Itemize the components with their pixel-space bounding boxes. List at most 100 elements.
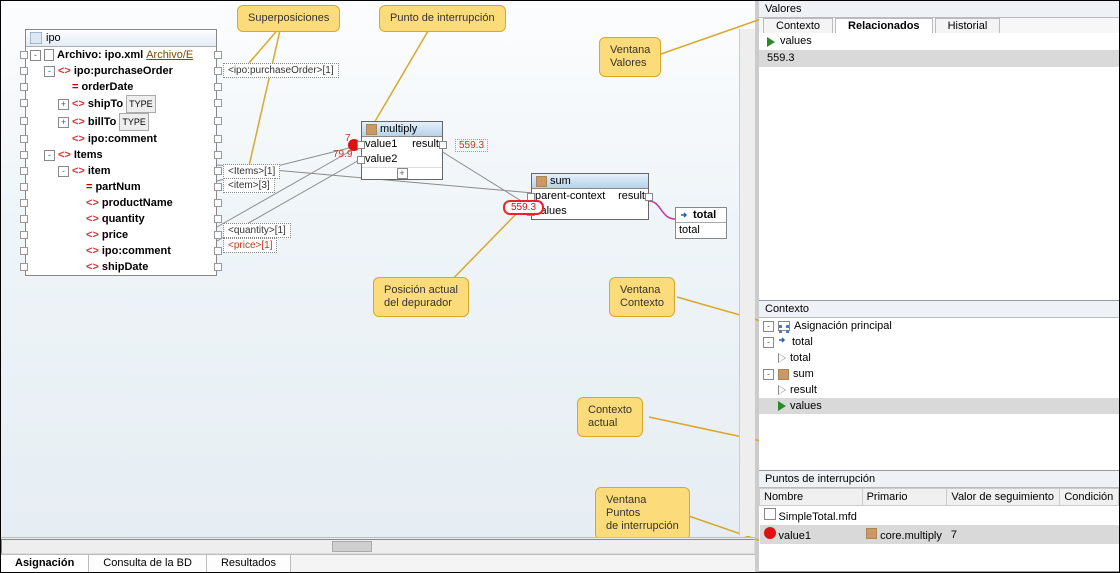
tree-row-ipo-comment[interactable]: <>ipo:comment (26, 243, 216, 259)
bottom-tabbar[interactable]: Asignación Consulta de la BD Resultados (1, 554, 755, 572)
input-port[interactable] (20, 215, 28, 223)
input-port[interactable] (357, 156, 365, 164)
bp-row[interactable]: value1 core.multiply7 (760, 525, 1119, 544)
tree-row-quantity[interactable]: <>quantity (26, 211, 216, 227)
tree-row-price[interactable]: <>price (26, 227, 216, 243)
input-port[interactable] (20, 117, 28, 125)
ctx-row-total[interactable]: total (759, 350, 1119, 366)
input-port[interactable] (20, 135, 28, 143)
contexto-panel[interactable]: Contexto -Asignación principal-totaltota… (759, 301, 1119, 471)
ctx-row-total[interactable]: -total (759, 334, 1119, 350)
output-port[interactable] (214, 83, 222, 91)
bp-row[interactable]: SimpleTotal.mfd (760, 506, 1119, 526)
expand-icon[interactable]: + (58, 99, 69, 110)
target-total-row[interactable]: total (676, 223, 726, 238)
expand-icon[interactable]: + (58, 117, 69, 128)
output-port[interactable] (214, 215, 222, 223)
ctx-row-result[interactable]: result (759, 382, 1119, 398)
bp-col-nombre[interactable]: Nombre (760, 489, 863, 506)
output-port[interactable] (214, 167, 222, 175)
multiply-function-box[interactable]: multiply value1 result value2 + (361, 121, 443, 180)
file-link[interactable]: Archivo/E (146, 47, 193, 63)
expand-icon[interactable]: - (44, 150, 55, 161)
valores-panel[interactable]: Valores Contexto Relacionados Historial … (759, 1, 1119, 301)
bp-col-primario[interactable]: Primario (862, 489, 947, 506)
mapping-canvas[interactable]: ipo -Archivo: ipo.xml Archivo/E-<>ipo:pu… (1, 1, 759, 572)
ctx-row-asignaci-n-principal[interactable]: -Asignación principal (759, 318, 1119, 334)
valores-tabs[interactable]: Contexto Relacionados Historial (759, 18, 1119, 33)
input-port[interactable] (20, 99, 28, 107)
input-port[interactable] (20, 231, 28, 239)
output-port[interactable] (214, 151, 222, 159)
tree-row-billto[interactable]: +<>billTo TYPE (26, 113, 216, 131)
tree-row-productname[interactable]: <>productName (26, 195, 216, 211)
multiply-value1-row[interactable]: value1 result (362, 137, 442, 152)
tree-row-archivo-ipo-xml[interactable]: -Archivo: ipo.xml Archivo/E (26, 47, 216, 63)
input-port[interactable] (20, 183, 28, 191)
output-port[interactable] (439, 141, 447, 149)
bp-col-condici-n[interactable]: Condición (1060, 489, 1119, 506)
output-port[interactable] (645, 193, 653, 201)
tree-row-ipo-purchaseorder[interactable]: -<>ipo:purchaseOrder (26, 63, 216, 79)
expand-icon[interactable]: - (58, 166, 69, 177)
horizontal-scrollbar[interactable] (1, 537, 755, 554)
contexto-tree[interactable]: -Asignación principal-totaltotal-sumresu… (759, 318, 1119, 470)
tab-consulta-bd[interactable]: Consulta de la BD (89, 555, 207, 572)
input-port[interactable] (20, 51, 28, 59)
tab-resultados[interactable]: Resultados (207, 555, 291, 572)
source-tree-panel[interactable]: ipo -Archivo: ipo.xml Archivo/E-<>ipo:pu… (25, 29, 217, 276)
valores-tab-relacionados[interactable]: Relacionados (835, 18, 933, 33)
output-port[interactable] (214, 99, 222, 107)
tree-row-ipo-comment[interactable]: <>ipo:comment (26, 131, 216, 147)
valores-tab-contexto[interactable]: Contexto (763, 18, 833, 33)
vertical-scrollbar[interactable] (739, 29, 755, 536)
multiply-add-row[interactable]: + (362, 167, 442, 179)
plus-icon[interactable]: + (397, 168, 408, 179)
ctx-row-values[interactable]: values (759, 398, 1119, 414)
input-port[interactable] (20, 199, 28, 207)
callout-superposiciones: Superposiciones (237, 5, 340, 32)
valores-tab-historial[interactable]: Historial (935, 18, 1001, 33)
target-total-box[interactable]: total total (675, 207, 727, 239)
input-port[interactable] (20, 151, 28, 159)
output-port[interactable] (214, 135, 222, 143)
sum-function-box[interactable]: sum parent-context result values (531, 173, 649, 220)
input-port[interactable] (357, 141, 365, 149)
output-port[interactable] (214, 263, 222, 271)
expand-icon[interactable]: - (763, 321, 774, 332)
output-port[interactable] (214, 247, 222, 255)
tab-asignacion[interactable]: Asignación (1, 555, 89, 572)
input-port[interactable] (20, 167, 28, 175)
tree-row-item[interactable]: -<>item (26, 163, 216, 179)
input-port[interactable] (20, 83, 28, 91)
tree-row-partnum[interactable]: =partNum (26, 179, 216, 195)
output-port[interactable] (214, 67, 222, 75)
output-port[interactable] (214, 231, 222, 239)
multiply-value2-row[interactable]: value2 (362, 152, 442, 167)
sum-parentcontext-row[interactable]: parent-context result (532, 189, 648, 204)
scroll-thumb[interactable] (332, 541, 372, 552)
expand-icon[interactable]: - (763, 369, 774, 380)
output-port[interactable] (214, 117, 222, 125)
tree-row-items[interactable]: -<>Items (26, 147, 216, 163)
breakpoints-table[interactable]: NombrePrimarioValor de seguimientoCondic… (759, 488, 1119, 544)
ctx-row-sum[interactable]: -sum (759, 366, 1119, 382)
valores-row[interactable]: 559.3 (759, 50, 1119, 67)
expand-icon[interactable]: - (44, 66, 55, 77)
expand-icon[interactable]: - (30, 50, 41, 61)
tree-row-shipto[interactable]: +<>shipTo TYPE (26, 95, 216, 113)
output-port[interactable] (214, 199, 222, 207)
input-port[interactable] (20, 247, 28, 255)
input-port[interactable] (20, 67, 28, 75)
output-port[interactable] (214, 51, 222, 59)
tree-row-orderdate[interactable]: =orderDate (26, 79, 216, 95)
expand-icon[interactable]: - (763, 337, 774, 348)
valores-row[interactable]: values (759, 33, 1119, 50)
output-port[interactable] (214, 183, 222, 191)
input-port[interactable] (20, 263, 28, 271)
sum-values-row[interactable]: values (532, 204, 648, 219)
breakpoints-panel[interactable]: Puntos de interrupción NombrePrimarioVal… (759, 471, 1119, 572)
valores-list[interactable]: values559.3 (759, 33, 1119, 300)
tree-row-shipdate[interactable]: <>shipDate (26, 259, 216, 275)
bp-col-valor-de-seguimiento[interactable]: Valor de seguimiento (947, 489, 1060, 506)
